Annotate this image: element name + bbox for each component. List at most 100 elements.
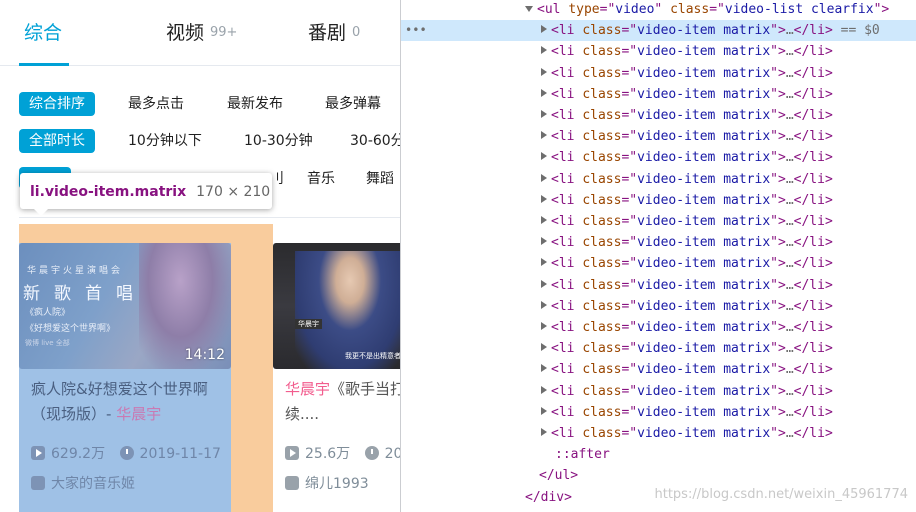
punct: "> (770, 66, 786, 81)
dom-node-li[interactable]: <li class="video-item matrix">…</li> (401, 41, 916, 62)
play-count: 25.6万 (305, 446, 351, 462)
dom-node-li[interactable]: <li class="video-item matrix">…</li> (401, 253, 916, 274)
category-dance[interactable]: 舞蹈 (366, 167, 394, 191)
dom-node-ul[interactable]: <ul type="video" class="video-list clear… (401, 0, 916, 20)
duration-30-60[interactable]: 30-60分 (350, 129, 400, 153)
dom-node-li[interactable]: <li class="video-item matrix">…</li> (401, 338, 916, 359)
dom-node-li[interactable]: <li class="video-item matrix">…</li> (401, 317, 916, 338)
attr-value: video-item matrix (637, 256, 771, 271)
dom-node-li[interactable]: <li class="video-item matrix">…</li> (401, 275, 916, 296)
collapse-arrow-icon[interactable] (525, 6, 533, 12)
expand-arrow-icon[interactable] (541, 364, 547, 372)
punct: "> (770, 87, 786, 102)
tooltip-arrow (33, 208, 49, 216)
expand-arrow-icon[interactable] (541, 216, 547, 224)
node-menu-icon[interactable]: ••• (405, 20, 427, 41)
expand-arrow-icon[interactable] (541, 195, 547, 203)
tab-all[interactable]: 综合 (24, 18, 62, 45)
punct: =" (621, 426, 638, 441)
punct: =" (621, 108, 638, 123)
uploader-row[interactable]: 绵儿1993 (285, 473, 369, 493)
dom-node-li[interactable]: <li class="video-item matrix">…</li> (401, 402, 916, 423)
dom-node-li[interactable]: <li class="video-item matrix">…</li> (401, 381, 916, 402)
punct: "> (770, 150, 786, 165)
expand-arrow-icon[interactable] (541, 280, 547, 288)
attr-value: video-item matrix (637, 384, 771, 399)
punct: "> (770, 108, 786, 123)
duration-under-10[interactable]: 10分钟以下 (128, 129, 202, 153)
punct: =" (621, 341, 638, 356)
collapsed-ellipsis: … (785, 278, 794, 293)
tag-name: <li (551, 193, 575, 208)
thumbnail-text: 华晨宇火星演唱会 (27, 266, 124, 276)
video-title[interactable]: 疯人院&好想爱这个世界啊（现场版）- 华晨宇 (31, 377, 227, 427)
expand-arrow-icon[interactable] (541, 152, 547, 160)
punct: =" (621, 214, 638, 229)
sort-comprehensive[interactable]: 综合排序 (19, 92, 95, 116)
expand-arrow-icon[interactable] (541, 174, 547, 182)
dom-node-li[interactable]: ••• <li class="video-item matrix">…</li> … (401, 20, 916, 41)
expand-arrow-icon[interactable] (541, 322, 547, 330)
tab-bangumi-label: 番剧 (308, 22, 347, 44)
sort-newest[interactable]: 最新发布 (227, 92, 283, 116)
play-count-icon (31, 446, 45, 460)
expand-arrow-icon[interactable] (541, 386, 547, 394)
video-thumbnail[interactable]: 华晨宇 我更不是出精意者心 (273, 243, 400, 369)
collapsed-ellipsis: … (785, 214, 794, 229)
video-title[interactable]: 华晨宇《歌手当打人CUT（待续.... (285, 377, 400, 427)
dom-node-li[interactable]: <li class="video-item matrix">…</li> (401, 63, 916, 84)
attr-name: class (582, 256, 622, 271)
dom-node-li[interactable]: <li class="video-item matrix">…</li> (401, 126, 916, 147)
punct: "> (770, 299, 786, 314)
selected-marker: == $0 (832, 23, 880, 38)
duration-all[interactable]: 全部时长 (19, 129, 95, 153)
category-music[interactable]: 音乐 (307, 167, 335, 191)
thumbnail-caption: 我更不是出精意者心 (345, 352, 400, 360)
tag-close: </li> (793, 150, 833, 165)
tab-bangumi[interactable]: 番剧 0 (308, 18, 360, 45)
dom-node-li[interactable]: <li class="video-item matrix">…</li> (401, 211, 916, 232)
punct: =" (621, 299, 638, 314)
expand-arrow-icon[interactable] (541, 110, 547, 118)
dom-node-after[interactable]: ::after (401, 444, 916, 465)
collapsed-ellipsis: … (785, 193, 794, 208)
dom-node-li[interactable]: <li class="video-item matrix">…</li> (401, 190, 916, 211)
tag-name: <li (551, 129, 575, 144)
sort-most-clicks[interactable]: 最多点击 (128, 92, 184, 116)
duration-10-30[interactable]: 10-30分钟 (244, 129, 313, 153)
expand-arrow-icon[interactable] (541, 301, 547, 309)
collapsed-ellipsis: … (785, 235, 794, 250)
tag-name: <li (551, 150, 575, 165)
expand-arrow-icon[interactable] (541, 237, 547, 245)
dom-node-li[interactable]: <li class="video-item matrix">…</li> (401, 169, 916, 190)
dom-node-li[interactable]: <li class="video-item matrix">…</li> (401, 232, 916, 253)
expand-arrow-icon[interactable] (541, 428, 547, 436)
expand-arrow-icon[interactable] (541, 89, 547, 97)
attr-name: class (582, 235, 622, 250)
attr-value: video-item matrix (637, 44, 771, 59)
uploader-row[interactable]: 大家的音乐姬 (31, 473, 135, 493)
dom-node-li[interactable]: <li class="video-item matrix">…</li> (401, 296, 916, 317)
dom-node-li[interactable]: <li class="video-item matrix">…</li> (401, 359, 916, 380)
punct: =" (621, 405, 638, 420)
dom-node-li[interactable]: <li class="video-item matrix">…</li> (401, 147, 916, 168)
video-thumbnail[interactable]: 华晨宇火星演唱会 新歌首唱 《疯人院》 《好想爱这个世界啊》 微博 live 全… (19, 243, 231, 369)
expand-arrow-icon[interactable] (541, 25, 547, 33)
attr-name: class (582, 172, 622, 187)
dom-node-li[interactable]: <li class="video-item matrix">…</li> (401, 105, 916, 126)
expand-arrow-icon[interactable] (541, 68, 547, 76)
tab-video[interactable]: 视频 99+ (166, 18, 237, 45)
attr-name: class (582, 320, 622, 335)
sort-most-danmaku[interactable]: 最多弹幕 (325, 92, 381, 116)
expand-arrow-icon[interactable] (541, 407, 547, 415)
dom-node-ul-close[interactable]: </ul> (401, 465, 916, 486)
dom-node-li[interactable]: <li class="video-item matrix">…</li> (401, 84, 916, 105)
dom-node-li[interactable]: <li class="video-item matrix">…</li> (401, 423, 916, 444)
expand-arrow-icon[interactable] (541, 343, 547, 351)
expand-arrow-icon[interactable] (541, 131, 547, 139)
expand-arrow-icon[interactable] (541, 46, 547, 54)
category-partial[interactable]: 刂 (270, 167, 284, 191)
tag-name: <li (551, 426, 575, 441)
expand-arrow-icon[interactable] (541, 258, 547, 266)
punct: "> (770, 256, 786, 271)
